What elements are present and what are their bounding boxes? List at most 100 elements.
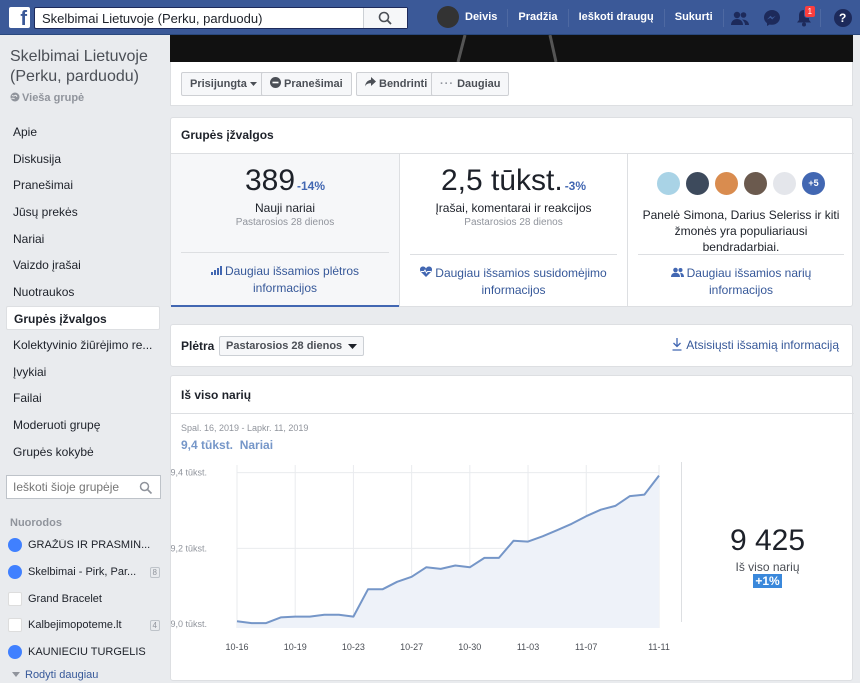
engagement-label: Įrašai, komentarai ir reakcijos	[435, 201, 592, 215]
avatar[interactable]	[771, 170, 798, 197]
notifications-button[interactable]: Pranešimai	[261, 72, 352, 96]
share-button[interactable]: Bendrinti	[356, 72, 437, 96]
bar-chart-icon	[210, 266, 222, 275]
facebook-logo-icon[interactable]: f	[9, 7, 30, 28]
engagement-change: -3%	[564, 179, 587, 193]
search-input[interactable]	[35, 8, 365, 28]
bracelet-icon	[8, 592, 22, 606]
avatar[interactable]	[655, 170, 682, 197]
sidebar-item-moderate-group[interactable]: Moderuoti grupę	[6, 413, 160, 437]
x-tick-label: 11-07	[575, 642, 597, 652]
cover-photo[interactable]	[170, 34, 853, 63]
sidebar-item-videos[interactable]: Vaizdo įrašai	[6, 253, 160, 277]
download-icon	[672, 338, 682, 351]
divider	[171, 413, 854, 414]
show-more-link[interactable]: Rodyti daugiau	[12, 669, 98, 681]
x-tick-label: 10-27	[400, 642, 423, 652]
messenger-icon[interactable]	[756, 0, 788, 35]
sidebar-item-events[interactable]: Įvykiai	[6, 360, 160, 384]
search-button[interactable]	[363, 8, 407, 28]
chevron-down-icon	[348, 344, 358, 349]
joined-button[interactable]: Prisijungta	[181, 72, 266, 96]
shortcut-item[interactable]: Skelbimai - Pirk, Par... 8	[8, 562, 160, 582]
top-contributors-stat[interactable]: +5 Panelė Simona, Darius Seleriss ir kit…	[627, 154, 854, 307]
avatar[interactable]	[742, 170, 769, 197]
notifications-icon[interactable]: 1	[788, 0, 820, 35]
friend-requests-icon[interactable]	[724, 0, 756, 35]
members-area	[237, 475, 659, 628]
contributor-avatars: +5	[628, 170, 854, 197]
shortcut-item[interactable]: Grand Bracelet	[8, 589, 160, 609]
group-title[interactable]: Skelbimai Lietuvoje (Perku, parduodu)	[10, 47, 160, 87]
sidebar-item-files[interactable]: Failai	[6, 386, 160, 410]
x-tick-label: 10-23	[342, 642, 365, 652]
shortcut-item[interactable]: Kalbejimopoteme.lt 4	[8, 615, 160, 635]
shortcut-label: Skelbimai - Pirk, Par...	[28, 566, 137, 578]
x-tick-label: 10-16	[225, 642, 248, 652]
shortcut-label: Kalbejimopoteme.lt	[28, 619, 122, 631]
help-glyph: ?	[833, 8, 852, 27]
sidebar-item-your-items[interactable]: Jūsų prekės	[6, 200, 160, 224]
engagement-details-link[interactable]: Daugiau išsamios susidomėjimo informacij…	[410, 254, 617, 307]
group-search-input[interactable]	[7, 476, 127, 498]
chevron-down-icon	[12, 672, 20, 677]
create-link[interactable]: Sukurti	[665, 0, 723, 35]
new-members-period: Pastarosios 28 dienos	[235, 217, 335, 228]
avatar	[437, 6, 459, 29]
sidebar-item-group-quality[interactable]: Grupės kokybė	[6, 440, 160, 464]
total-members-change: +1%	[753, 574, 782, 588]
sidebar-item-about[interactable]: Apie	[6, 120, 160, 144]
y-tick-label: 9,4 tūkst.	[171, 468, 207, 478]
avatar[interactable]	[684, 170, 711, 197]
period-select[interactable]: Pastarosios 28 dienos	[219, 336, 365, 356]
x-tick-label: 10-19	[284, 642, 307, 652]
leaf-icon	[8, 618, 22, 632]
growth-details-label: Daugiau išsamios plėtros informacijos	[224, 264, 360, 295]
more-label: Daugiau	[457, 78, 501, 90]
sidebar-item-photos[interactable]: Nuotraukos	[6, 280, 160, 304]
sidebar-item-members[interactable]: Nariai	[6, 227, 160, 251]
heartbeat-icon	[420, 266, 433, 277]
group-search-box	[6, 475, 161, 499]
sidebar-item-discussion[interactable]: Diskusija	[6, 147, 160, 171]
shortcut-label: Grand Bracelet	[28, 593, 102, 605]
more-dots-icon: ···	[440, 78, 454, 90]
shortcut-item[interactable]: KAUNIECIU TURGELIS	[8, 642, 160, 662]
top-navigation-bar: f Deivis Pradžia Ieškoti draugų Sukurti …	[0, 0, 860, 35]
new-members-change: -14%	[297, 179, 326, 193]
shortcut-label: KAUNIECIU TURGELIS	[28, 646, 146, 658]
member-details-link[interactable]: Daugiau išsamios narių informacijos	[638, 254, 844, 307]
download-label: Atsisiųsti išsamią informaciją	[686, 338, 839, 352]
more-contributors-badge[interactable]: +5	[800, 170, 827, 197]
notification-badge: 1	[803, 5, 817, 18]
total-members-label: Iš viso narių	[735, 560, 800, 574]
profile-name: Deivis	[465, 11, 498, 23]
search-box	[34, 7, 408, 29]
new-members-stat[interactable]: 389 -14% Nauji nariai Pastarosios 28 dien…	[171, 154, 399, 307]
group-icon	[8, 645, 22, 659]
sidebar-item-announcements[interactable]: Pranešimai	[6, 173, 160, 197]
sidebar-item-group-insights[interactable]: Grupės įžvalgos	[6, 306, 160, 330]
chart-summary: 9,4 tūkst. Nariai	[181, 438, 273, 452]
engagement-stat[interactable]: 2,5 tūkst. -3% Įrašai, komentarai ir reak…	[399, 154, 627, 307]
sidebar-item-watch-party[interactable]: Kolektyvinio žiūrėjimo re...	[6, 333, 160, 357]
profile-link[interactable]: Deivis	[427, 0, 507, 35]
group-action-bar: Prisijungta Pranešimai Bendrinti ··· Dau…	[170, 62, 853, 106]
help-icon[interactable]: ?	[827, 0, 859, 35]
growth-title: Plėtra	[181, 339, 215, 353]
search-icon[interactable]	[139, 481, 153, 495]
growth-details-link[interactable]: Daugiau išsamios plėtros informacijos	[181, 252, 389, 305]
engagement-period: Pastarosios 28 dienos	[464, 217, 563, 228]
shortcut-count: 8	[149, 566, 160, 578]
y-tick-label: 9,0 tūkst.	[171, 619, 207, 629]
avatar[interactable]	[713, 170, 740, 197]
find-friends-link[interactable]: Ieškoti draugų	[569, 0, 664, 35]
notifications-label: Pranešimai	[284, 78, 343, 90]
shortcut-item[interactable]: GRAŽŪS IR PRASMIN...	[8, 535, 160, 555]
growth-section-header: Plėtra Pastarosios 28 dienos Atsisiųsti …	[170, 324, 853, 367]
home-link[interactable]: Pradžia	[508, 0, 567, 35]
more-button[interactable]: ··· Daugiau	[431, 72, 510, 96]
download-link[interactable]: Atsisiųsti išsamią informaciją	[672, 338, 839, 352]
members-line-chart[interactable]: 9,4 tūkst. 9,2 tūkst. 9,0 tūkst. 10-16 10-19…	[171, 460, 681, 660]
search-icon	[378, 11, 392, 25]
